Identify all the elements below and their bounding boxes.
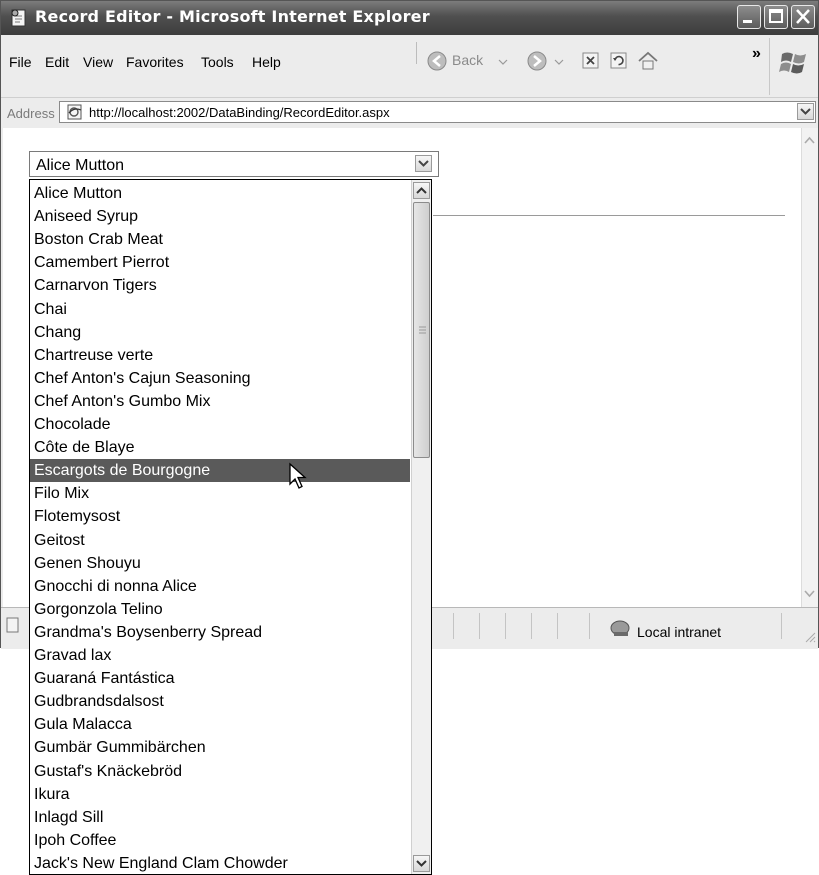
back-label: Back [452,52,484,68]
dropdown-option[interactable]: Chef Anton's Gumbo Mix [34,390,410,413]
address-dropdown-button[interactable] [797,103,814,120]
menu-tools[interactable]: Tools [201,54,234,70]
toolbar-overflow[interactable]: » [752,45,761,63]
forward-arrow-icon [527,51,547,71]
dropdown-option[interactable]: Chocolade [34,413,410,436]
forward-button[interactable] [526,49,566,73]
menu-edit[interactable]: Edit [45,54,69,70]
page-scrollbar[interactable] [801,128,818,607]
menu-view[interactable]: View [83,54,113,70]
dropdown-option[interactable]: Aniseed Syrup [34,205,410,228]
chevron-down-icon [554,59,564,65]
dropdown-option[interactable]: Gnocchi di nonna Alice [34,575,410,598]
back-button[interactable]: Back [426,49,510,73]
horizontal-rule [433,215,785,216]
dropdown-option[interactable]: Camembert Pierrot [34,251,410,274]
dropdown-option[interactable]: Côte de Blaye [34,436,410,459]
status-zone: Local intranet [637,624,722,640]
ie-page-icon [67,104,82,120]
menu-file[interactable]: File [9,54,32,70]
dropdown-option[interactable]: Ikura [34,783,410,806]
ie-page-icon [11,9,26,27]
dropdown-option[interactable]: Chang [34,321,410,344]
address-label: Address [7,106,55,121]
chevron-down-icon [416,860,427,867]
dropdown-option[interactable]: Ipoh Coffee [34,829,410,852]
dropdown-option[interactable]: Gustaf's Knäckebröd [34,760,410,783]
dropdown-option[interactable]: Filo Mix [34,482,410,505]
dropdown-option[interactable]: Chai [34,298,410,321]
status-divider [505,613,506,639]
status-divider [531,613,532,639]
back-arrow-icon [427,51,447,71]
grip-icon [419,326,426,334]
dropdown-option[interactable]: Inlagd Sill [34,806,410,829]
status-divider [453,613,454,639]
windows-logo-icon [779,52,806,74]
menu-favorites[interactable]: Favorites [126,54,184,70]
dropdown-option[interactable]: Gumbär Gummibärchen [34,736,410,759]
dropdown-option[interactable]: Gula Malacca [34,713,410,736]
dropdown-option[interactable]: Geitost [34,529,410,552]
dropdown-option[interactable]: Gudbrandsdalsost [34,690,410,713]
address-url: http://localhost:2002/DataBinding/Record… [89,105,390,120]
page-status-icon [6,617,19,633]
dropdown-option[interactable]: Guaraná Fantástica [34,667,410,690]
close-button[interactable] [791,5,815,29]
dropdown-option[interactable]: Chartreuse verte [34,344,410,367]
window-title: Record Editor - Microsoft Internet Explo… [35,7,430,26]
title-bar[interactable]: Record Editor - Microsoft Internet Explo… [1,1,818,35]
toolbar-separator [416,42,417,64]
refresh-icon [610,52,627,69]
product-select-arrow[interactable] [415,155,432,172]
dropdown-scroll-down-button[interactable] [413,855,430,872]
close-icon [796,9,810,24]
refresh-button[interactable] [609,51,629,71]
minimize-icon [743,20,752,23]
chevron-up-icon [416,187,427,194]
dropdown-option[interactable]: Alice Mutton [34,182,410,205]
resize-grip-icon[interactable] [804,631,816,643]
chevron-down-icon [498,59,508,65]
status-divider [781,613,782,639]
product-select-value: Alice Mutton [36,157,125,174]
dropdown-option[interactable]: Carnarvon Tigers [34,274,410,297]
dropdown-scrollbar[interactable] [411,180,431,874]
chevron-down-icon [804,590,815,598]
maximize-button[interactable] [764,5,788,29]
home-button[interactable] [637,50,659,72]
mouse-cursor-icon [289,462,307,489]
stop-icon [582,52,599,69]
local-intranet-icon [610,620,630,636]
chevron-up-icon [804,136,815,144]
status-divider [589,613,590,639]
stop-button[interactable] [581,51,601,71]
chevron-down-icon [418,160,429,167]
maximize-icon [769,9,783,23]
dropdown-option[interactable]: Flotemysost [34,505,410,528]
product-dropdown-list[interactable]: Alice Mutton Aniseed Syrup Boston Crab Mea… [29,179,432,875]
dropdown-scroll-up-button[interactable] [413,182,430,199]
status-divider [557,613,558,639]
menu-help[interactable]: Help [252,54,281,70]
dropdown-option[interactable]: Gravad lax [34,644,410,667]
dropdown-scroll-thumb[interactable] [413,202,430,458]
status-divider [479,613,480,639]
home-icon [638,51,658,70]
minimize-button[interactable] [737,5,761,29]
dropdown-option[interactable]: Grandma's Boysenberry Spread [34,621,410,644]
toolbar-divider [769,38,770,95]
dropdown-option[interactable]: Escargots de Bourgogne [30,459,410,483]
dropdown-option[interactable]: Chef Anton's Cajun Seasoning [34,367,410,390]
dropdown-option[interactable]: Jack's New England Clam Chowder [34,852,410,874]
dropdown-option[interactable]: Genen Shouyu [34,552,410,575]
dropdown-option[interactable]: Boston Crab Meat [34,228,410,251]
dropdown-option[interactable]: Gorgonzola Telino [34,598,410,621]
chevron-down-icon [800,108,811,115]
menu-bar [1,36,818,96]
